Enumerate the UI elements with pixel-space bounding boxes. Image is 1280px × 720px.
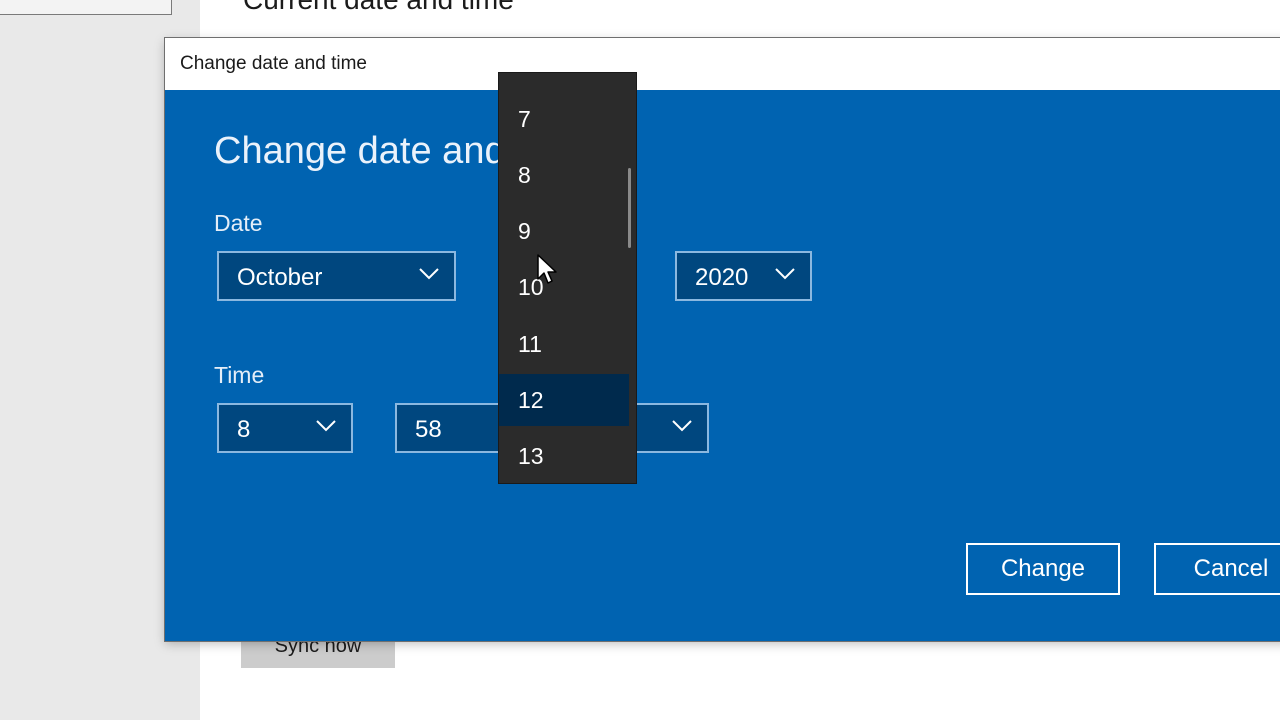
minute-value: 58 bbox=[415, 416, 442, 443]
month-value: October bbox=[237, 264, 323, 291]
dropdown-item[interactable]: 11 bbox=[499, 318, 629, 370]
dropdown-item-selected[interactable]: 12 bbox=[499, 374, 629, 426]
year-combobox[interactable]: 2020 bbox=[675, 251, 812, 301]
date-label: Date bbox=[214, 210, 263, 236]
change-button[interactable]: Change bbox=[966, 543, 1120, 595]
year-value: 2020 bbox=[695, 264, 749, 291]
dialog-title: Change date and time bbox=[180, 53, 367, 74]
dropdown-item[interactable]: 9 bbox=[499, 205, 629, 257]
month-combobox[interactable]: October bbox=[217, 251, 456, 301]
dialog-titlebar[interactable]: Change date and time bbox=[165, 38, 1280, 90]
time-label: Time bbox=[214, 362, 265, 388]
cancel-button[interactable]: Cancel bbox=[1154, 543, 1280, 595]
ampm-combobox[interactable] bbox=[625, 403, 709, 453]
day-dropdown-list[interactable]: 7 8 9 10 11 12 13 bbox=[498, 72, 637, 484]
chevron-down-icon bbox=[775, 268, 795, 280]
chevron-down-icon bbox=[672, 420, 692, 432]
current-date-time-heading: Current date and time bbox=[243, 0, 514, 16]
dropdown-item[interactable]: 10 bbox=[499, 261, 629, 313]
dropdown-scrollbar[interactable] bbox=[628, 168, 631, 248]
mouse-cursor-icon bbox=[537, 254, 557, 284]
sidebar-search-box[interactable] bbox=[0, 0, 172, 15]
hour-combobox[interactable]: 8 bbox=[217, 403, 353, 453]
change-date-time-dialog: Change date and time Change date and tim… bbox=[165, 38, 1280, 641]
dropdown-item[interactable]: 13 bbox=[499, 430, 629, 482]
dropdown-item[interactable]: 8 bbox=[499, 149, 629, 201]
chevron-down-icon bbox=[419, 268, 439, 280]
hour-value: 8 bbox=[237, 416, 251, 443]
dropdown-item[interactable]: 7 bbox=[499, 93, 629, 145]
chevron-down-icon bbox=[316, 420, 336, 432]
